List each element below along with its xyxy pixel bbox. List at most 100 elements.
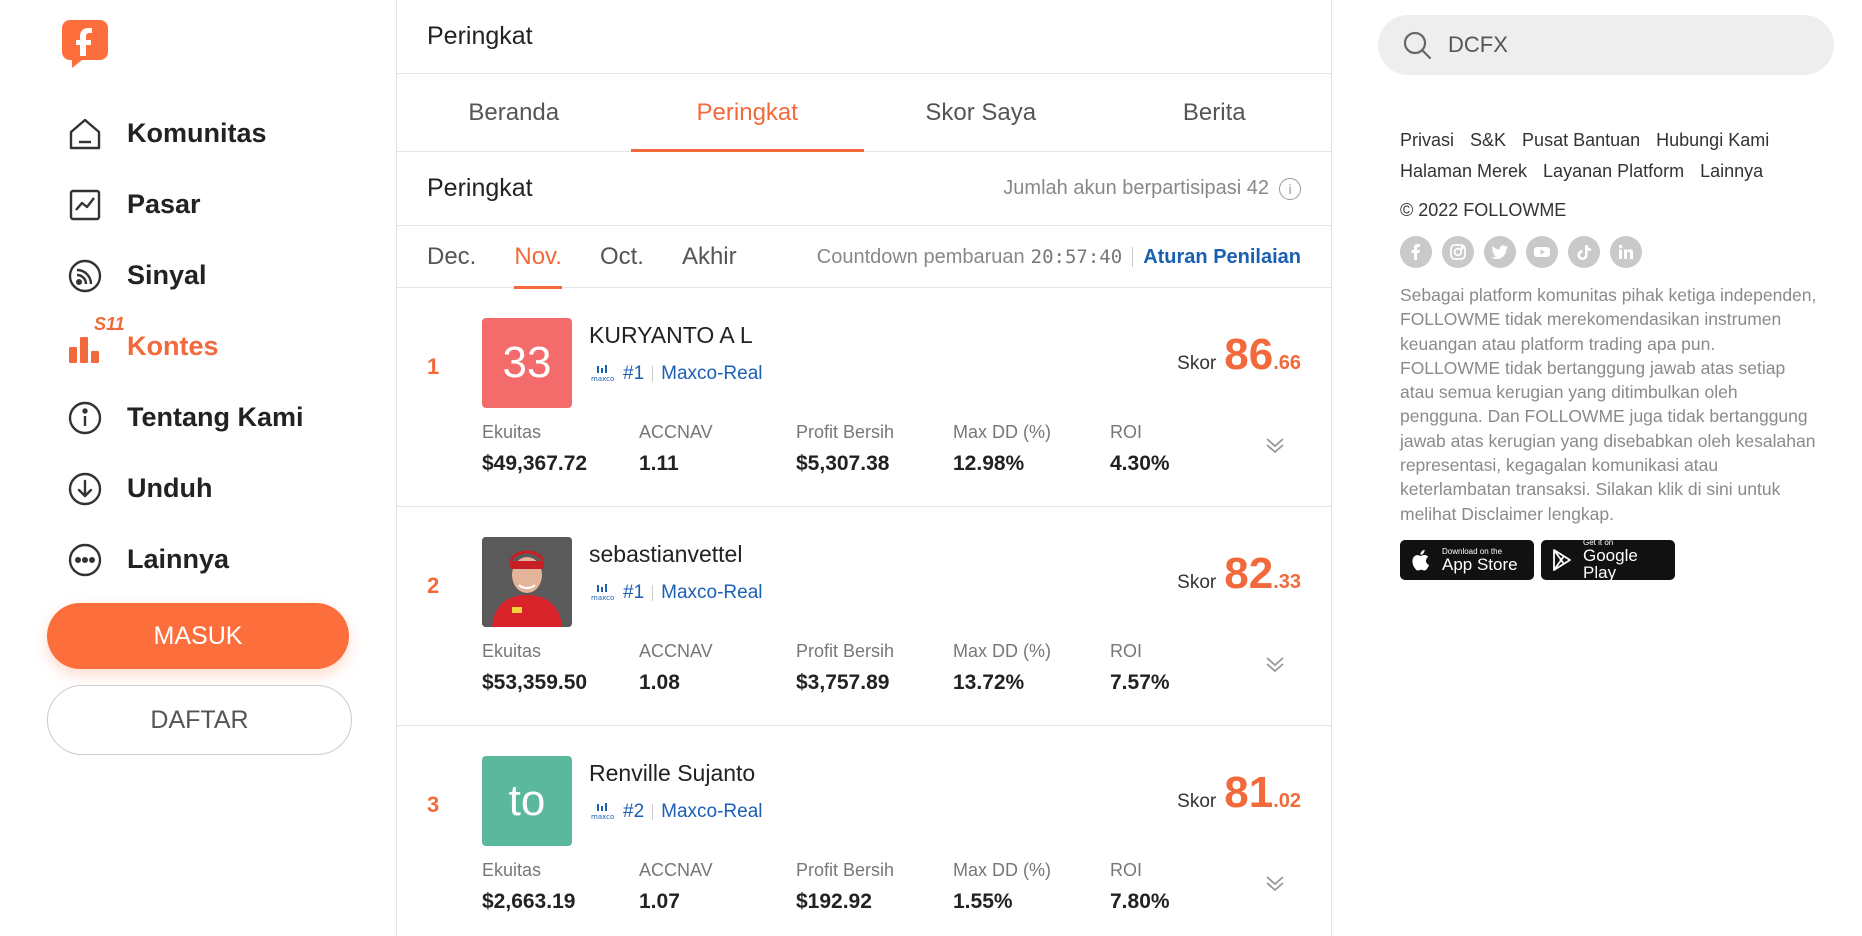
link-lainnya[interactable]: Lainnya: [1700, 161, 1763, 182]
month-akhir[interactable]: Akhir: [682, 226, 737, 288]
server-name[interactable]: Maxco-Real: [661, 801, 762, 823]
nav-item-unduh[interactable]: Unduh: [66, 453, 366, 524]
month-nov[interactable]: Nov.: [514, 226, 562, 289]
nav-item-kontes[interactable]: S11 Kontes: [66, 311, 366, 382]
stat-label: Ekuitas: [482, 860, 542, 880]
app-store-button[interactable]: Download on the App Store: [1400, 540, 1534, 580]
stat-label: ACCNAV: [639, 422, 713, 442]
trader-name[interactable]: KURYANTO A L: [589, 322, 753, 349]
market-chart-icon: [66, 186, 104, 224]
link-sk[interactable]: S&K: [1470, 130, 1506, 151]
stat-value: 1.55%: [953, 890, 1013, 913]
nav-item-sinyal[interactable]: Sinyal: [66, 240, 366, 311]
link-pusat-bantuan[interactable]: Pusat Bantuan: [1522, 130, 1640, 151]
contest-icon: S11: [66, 314, 125, 366]
avatar-text: 33: [502, 338, 552, 387]
nav-label: Pasar: [127, 189, 201, 219]
download-icon: [66, 470, 104, 508]
sidebar-nav: Komunitas Pasar Sinyal S11 Kontes Tentan…: [66, 98, 366, 595]
nav-item-lainnya[interactable]: Lainnya: [66, 524, 366, 595]
register-button[interactable]: DAFTAR: [47, 685, 352, 755]
server-name[interactable]: Maxco-Real: [661, 582, 762, 604]
stat-label: Max DD (%): [953, 422, 1051, 442]
participants-count: Jumlah akun berpartisipasi 42 i: [1003, 177, 1301, 200]
ranking-row[interactable]: 2 sebastianvettel maxco #1 Maxco-Real Sk…: [397, 507, 1331, 726]
participants-text: Jumlah akun berpartisipasi 42: [1003, 177, 1269, 199]
svg-text:maxco: maxco: [591, 813, 614, 821]
tab-bar: Beranda Peringkat Skor Saya Berita: [397, 74, 1331, 152]
score-label: Skor: [1177, 353, 1217, 374]
facebook-icon[interactable]: [1400, 236, 1432, 268]
nav-item-komunitas[interactable]: Komunitas: [66, 98, 366, 169]
chevron-down-icon[interactable]: [1263, 871, 1287, 895]
chevron-down-icon[interactable]: [1263, 652, 1287, 676]
stat-label: Ekuitas: [482, 422, 542, 442]
nav-label: Tentang Kami: [127, 402, 304, 432]
account-number[interactable]: #1: [623, 363, 644, 385]
tiktok-icon[interactable]: [1568, 236, 1600, 268]
link-hubungi-kami[interactable]: Hubungi Kami: [1656, 130, 1769, 151]
nav-item-pasar[interactable]: Pasar: [66, 169, 366, 240]
link-halaman-merek[interactable]: Halaman Merek: [1400, 161, 1527, 182]
link-privasi[interactable]: Privasi: [1400, 130, 1454, 151]
avatar-text: to: [508, 776, 546, 825]
stat-max-dd: Max DD (%) 12.98%: [953, 422, 1110, 476]
sidebar: Komunitas Pasar Sinyal S11 Kontes Tentan…: [0, 0, 396, 936]
followme-logo-icon[interactable]: [62, 18, 108, 68]
scoring-rules-link[interactable]: Aturan Penilaian: [1143, 246, 1301, 269]
login-button[interactable]: MASUK: [47, 603, 349, 669]
info-circle-icon[interactable]: i: [1279, 177, 1301, 200]
nav-item-tentang-kami[interactable]: Tentang Kami: [66, 382, 366, 453]
avatar[interactable]: [482, 537, 572, 627]
trader-name[interactable]: Renville Sujanto: [589, 760, 755, 787]
score: Skor 81 .02: [1177, 768, 1301, 818]
stat-max-dd: Max DD (%) 1.55%: [953, 860, 1110, 914]
linkedin-icon[interactable]: [1610, 236, 1642, 268]
instagram-icon[interactable]: [1442, 236, 1474, 268]
ranking-row[interactable]: 1 33 KURYANTO A L maxco #1 Maxco-Real Sk…: [397, 288, 1331, 507]
stat-value: 7.57%: [1110, 671, 1170, 694]
disclaimer-text[interactable]: Sebagai platform komunitas pihak ketiga …: [1400, 283, 1820, 526]
signal-icon: [66, 257, 104, 295]
stat-value: $2,663.19: [482, 890, 576, 913]
tab-beranda[interactable]: Beranda: [397, 74, 631, 151]
month-selector: Dec. Nov. Oct. Akhir Countdown pembaruan…: [397, 226, 1331, 289]
trader-name[interactable]: sebastianvettel: [589, 541, 742, 568]
tab-skor-saya[interactable]: Skor Saya: [864, 74, 1098, 151]
score: Skor 82 .33: [1177, 549, 1301, 599]
youtube-icon[interactable]: [1526, 236, 1558, 268]
search-input[interactable]: [1448, 32, 1808, 58]
chevron-down-icon[interactable]: [1263, 433, 1287, 457]
tab-peringkat[interactable]: Peringkat: [630, 74, 865, 152]
stat-value: $3,757.89: [796, 671, 890, 694]
google-play-button[interactable]: Get it on Google Play: [1541, 539, 1675, 581]
stat-label: ROI: [1110, 422, 1143, 442]
account-number[interactable]: #2: [623, 801, 644, 823]
app-store-text: Download on the App Store: [1442, 547, 1518, 573]
main-panel: Peringkat Beranda Peringkat Skor Saya Be…: [396, 0, 1332, 936]
search-bar[interactable]: [1378, 15, 1834, 75]
tab-berita[interactable]: Berita: [1098, 74, 1332, 151]
stat-value: $49,367.72: [482, 452, 588, 475]
stat-equity: Ekuitas $49,367.72: [482, 422, 639, 476]
account-number[interactable]: #1: [623, 582, 644, 604]
link-layanan-platform[interactable]: Layanan Platform: [1543, 161, 1684, 182]
month-dec[interactable]: Dec.: [427, 226, 476, 288]
stat-accnav: ACCNAV 1.11: [639, 422, 796, 476]
month-oct[interactable]: Oct.: [600, 226, 644, 288]
server-name[interactable]: Maxco-Real: [661, 363, 762, 385]
stat-value: 1.11: [639, 452, 679, 475]
stat-label: ROI: [1110, 860, 1143, 880]
stat-value: 1.08: [639, 671, 680, 694]
score-decimal: .33: [1273, 571, 1301, 593]
ranking-row[interactable]: 3 to Renville Sujanto maxco #2 Maxco-Rea…: [397, 726, 1331, 936]
stat-net-profit: Profit Bersih $5,307.38: [796, 422, 953, 476]
score-decimal: .02: [1273, 790, 1301, 812]
avatar[interactable]: 33: [482, 318, 572, 408]
user-photo-icon: [482, 537, 572, 627]
stats-row: Ekuitas $2,663.19 ACCNAV 1.07 Profit Bersi…: [482, 860, 1267, 914]
twitter-icon[interactable]: [1484, 236, 1516, 268]
avatar[interactable]: to: [482, 756, 572, 846]
stat-roi: ROI 7.80%: [1110, 860, 1267, 914]
score-integer: 86: [1224, 330, 1274, 379]
